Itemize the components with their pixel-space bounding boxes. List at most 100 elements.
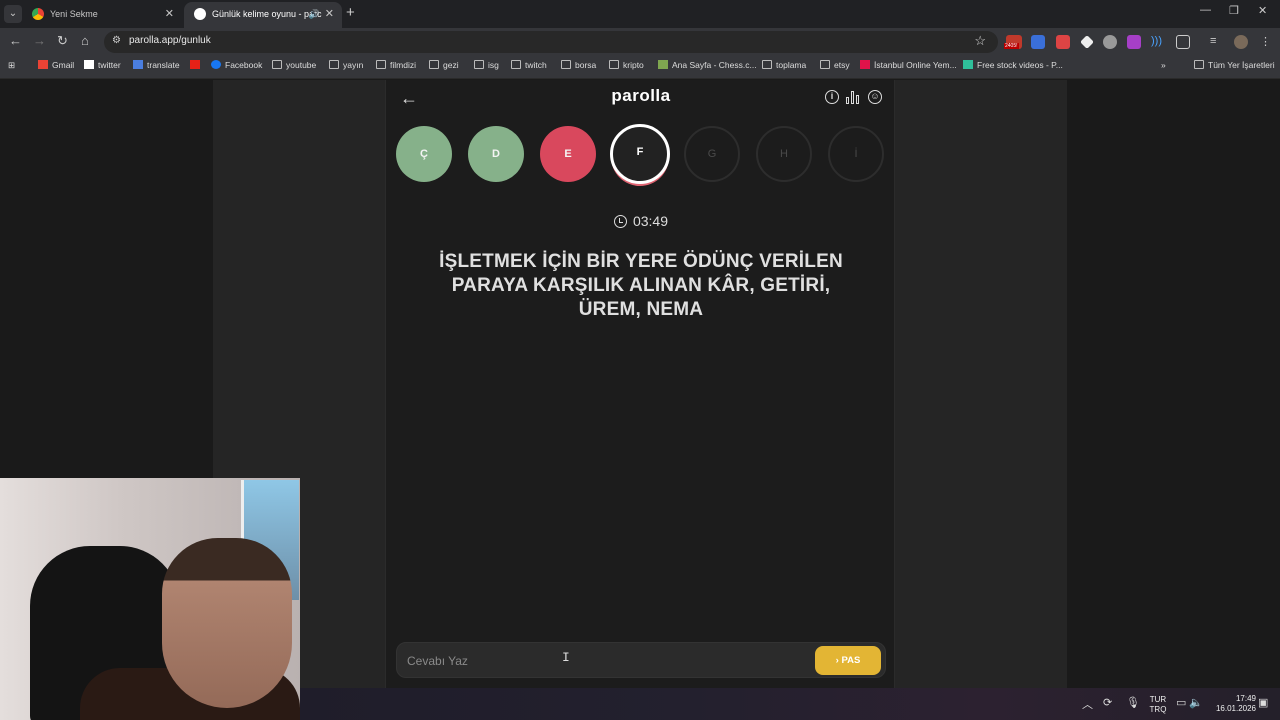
site-info-icon[interactable]: ⚙ — [112, 35, 121, 46]
folder-icon — [609, 60, 619, 69]
close-tab-icon[interactable]: ✕ — [165, 2, 174, 26]
browser-tab-bar: ⌄ Yeni Sekme ✕ Günlük kelime oyunu - par… — [0, 0, 1280, 28]
webcam-overlay — [0, 478, 300, 720]
countdown-timer: 03:49 — [386, 213, 896, 229]
clock-icon — [613, 215, 627, 228]
parolla-logo[interactable]: parolla — [386, 86, 896, 106]
tab-search-button[interactable]: ⌄ — [4, 5, 22, 23]
new-tab-button[interactable]: + — [346, 4, 355, 21]
browser-toolbar: ← → ↻ ⌂ ⚙ parolla.app/gunluk ☆ 2405! )))… — [0, 28, 1280, 55]
bookmark-gmail[interactable]: Gmail — [38, 60, 74, 70]
folder-icon — [561, 60, 571, 69]
extension-icon[interactable] — [1127, 35, 1141, 49]
bookmark-folder-etsy[interactable]: etsy — [820, 60, 850, 70]
tray-overflow-icon[interactable]: ︿ — [1082, 696, 1093, 712]
bookmark-folder-gezi[interactable]: gezi — [429, 60, 459, 70]
chrome-icon — [32, 8, 44, 20]
clock[interactable]: 17:49 16.01.2026 — [1208, 694, 1256, 714]
translate-extension-icon[interactable] — [1031, 35, 1045, 49]
pass-button[interactable]: › PAS — [815, 646, 881, 675]
facebook-icon — [211, 60, 221, 69]
home-icon[interactable]: ⌂ — [81, 33, 89, 48]
parolla-favicon-icon — [194, 8, 206, 20]
answer-input[interactable] — [407, 651, 807, 671]
bookmark-stock-videos[interactable]: Free stock videos - P... — [963, 60, 1063, 70]
back-icon[interactable]: ← — [9, 33, 22, 48]
letter-f-current: F — [610, 124, 670, 184]
sync-icon[interactable]: ⟳ — [1103, 696, 1112, 709]
folder-icon — [272, 60, 282, 69]
microphone-icon[interactable]: 🎙 — [1126, 696, 1140, 709]
chess-pawn-icon — [658, 60, 668, 69]
apps-grid-icon[interactable]: ⊞ — [8, 60, 15, 71]
timer-value: 03:49 — [632, 213, 669, 229]
extension-icon[interactable] — [1056, 35, 1070, 49]
bookmarks-overflow-icon[interactable]: » — [1161, 60, 1166, 70]
profile-avatar-icon[interactable] — [1234, 35, 1248, 49]
display-icon[interactable]: ▭ — [1176, 696, 1186, 709]
folder-icon — [329, 60, 339, 69]
bookmark-folder-isg[interactable]: isg — [474, 60, 499, 70]
windows-taskbar: ︿ ⟳ 🎙 TUR TRQ ▭ 🔈 17:49 16.01.2026 ▣ — [300, 688, 1280, 720]
folder-icon — [376, 60, 386, 69]
question-text: İŞLETMEK İÇİN BİR YERE ÖDÜNÇ VERİLEN PAR… — [439, 251, 843, 320]
bookmark-star-icon[interactable]: ☆ — [974, 33, 986, 49]
volume-icon[interactable]: 🔈 — [1189, 696, 1203, 709]
close-tab-icon[interactable]: ✕ — [325, 2, 334, 26]
extension-icon[interactable] — [1103, 35, 1117, 49]
reading-list-icon[interactable]: ≡ — [1210, 35, 1224, 49]
bookmark-folder-kripto[interactable]: kripto — [609, 60, 644, 70]
extension-diamond-icon[interactable] — [1080, 35, 1094, 49]
tab-title: Günlük kelime oyunu - parc — [212, 9, 322, 19]
bookmark-translate[interactable]: translate — [133, 60, 180, 70]
bookmark-folder-borsa[interactable]: borsa — [561, 60, 596, 70]
text-cursor-icon: I — [562, 650, 570, 665]
notifications-icon[interactable]: ▣ — [1258, 696, 1268, 709]
youtube-icon — [190, 60, 200, 69]
tab-new-tab[interactable]: Yeni Sekme ✕ — [22, 2, 182, 28]
bookmark-chess[interactable]: Ana Sayfa - Chess.c... — [658, 60, 757, 70]
bookmarks-bar: ⊞ Gmail twitter translate Facebook youtu… — [0, 55, 1280, 79]
forward-icon[interactable]: → — [33, 33, 46, 48]
language-indicator[interactable]: TUR TRQ — [1146, 695, 1170, 715]
tab-title: Yeni Sekme — [50, 9, 98, 19]
letter-track: Ç D E F G H İ — [396, 124, 886, 184]
letter-d: D — [468, 126, 524, 182]
info-icon[interactable]: i — [825, 90, 839, 104]
folder-icon — [429, 60, 439, 69]
minimize-icon[interactable]: — — [1200, 4, 1211, 16]
all-bookmarks[interactable]: Tüm Yer İşaretleri — [1194, 60, 1275, 70]
extension-wave-icon[interactable]: ))) — [1151, 35, 1165, 49]
page-gutter-right — [895, 80, 1067, 688]
bookmark-facebook[interactable]: Facebook — [211, 60, 262, 70]
x-icon — [84, 60, 94, 69]
bookmark-folder-toplama[interactable]: toplama — [762, 60, 806, 70]
tab-parolla[interactable]: Günlük kelime oyunu - parc 🔊 ✕ — [184, 2, 342, 28]
stats-chart-icon[interactable] — [846, 90, 860, 104]
window-close-icon[interactable]: ✕ — [1258, 4, 1267, 17]
folder-icon — [1194, 60, 1204, 69]
folder-icon — [474, 60, 484, 69]
answer-bar: › PAS — [396, 642, 886, 678]
bookmark-folder-youtube[interactable]: youtube — [272, 60, 316, 70]
address-bar[interactable]: ⚙ parolla.app/gunluk ☆ — [104, 31, 998, 53]
extensions-puzzle-icon[interactable] — [1176, 35, 1190, 49]
reload-icon[interactable]: ↻ — [57, 33, 68, 49]
bookmark-youtube-red[interactable] — [190, 60, 204, 70]
url-text[interactable]: parolla.app/gunluk — [129, 35, 211, 46]
letter-h: H — [756, 126, 812, 182]
folder-icon — [820, 60, 830, 69]
menu-kebab-icon[interactable]: ⋮ — [1260, 35, 1274, 49]
letter-c-cedilla: Ç — [396, 126, 452, 182]
pexels-icon — [963, 60, 973, 69]
bookmark-folder-yayin[interactable]: yayın — [329, 60, 363, 70]
folder-icon — [762, 60, 772, 69]
bookmark-twitter[interactable]: twitter — [84, 60, 121, 70]
user-profile-icon[interactable]: ☺ — [868, 90, 882, 104]
bookmark-folder-twitch[interactable]: twitch — [511, 60, 547, 70]
webcam-person-head — [162, 538, 292, 708]
speaker-icon[interactable]: 🔊 — [309, 2, 320, 26]
bookmark-yemeksepeti[interactable]: İstanbul Online Yem... — [860, 60, 957, 70]
restore-icon[interactable]: ❐ — [1229, 4, 1239, 17]
bookmark-folder-filmdizi[interactable]: filmdizi — [376, 60, 416, 70]
